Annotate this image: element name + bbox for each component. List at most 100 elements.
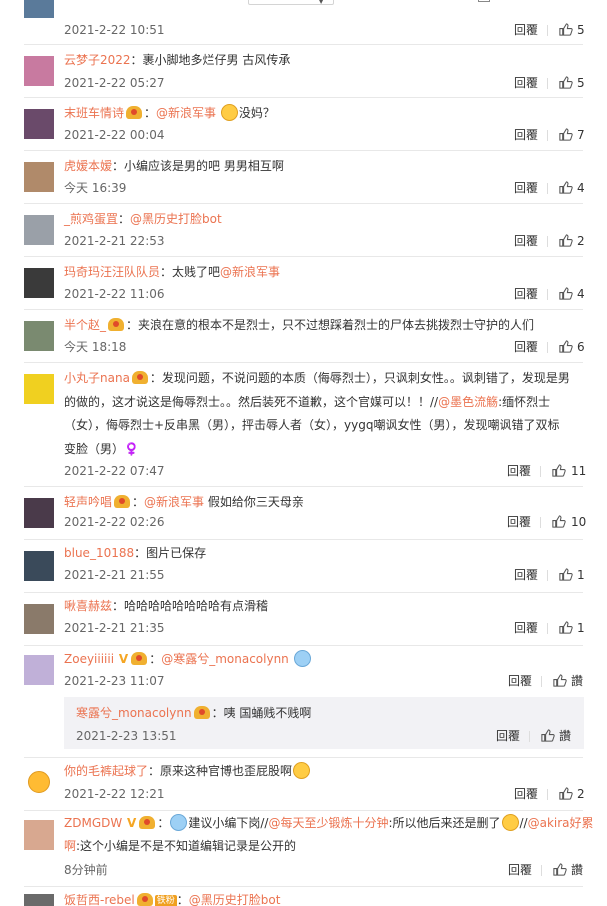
avatar-image [24, 0, 54, 18]
username-link[interactable]: 寒露兮_monacolynn [76, 706, 192, 720]
username-link[interactable]: 半个赵_ [64, 318, 106, 332]
avatar[interactable] [24, 0, 54, 18]
thumbs-up-icon[interactable] [551, 514, 566, 529]
mention-link[interactable]: @墨色流觞 [438, 395, 498, 409]
avatar[interactable] [24, 109, 54, 139]
avatar[interactable] [24, 374, 54, 404]
avatar[interactable] [24, 215, 54, 245]
reply-button[interactable]: 回覆 [514, 565, 538, 585]
divider [547, 342, 548, 353]
mention-link[interactable]: 啊 [64, 839, 76, 853]
reply-button[interactable]: 回覆 [514, 284, 538, 304]
username-link[interactable]: 你的毛裤起球了 [64, 764, 148, 778]
reply-button[interactable]: 回覆 [514, 73, 538, 93]
username-link[interactable]: 末班车情诗 [64, 106, 124, 120]
mention-link[interactable]: @寒露兮_monacolynn [161, 652, 289, 666]
mention-link[interactable]: @黑历史打脸bot [130, 212, 222, 226]
username-link[interactable]: 云梦子2022 [64, 53, 131, 67]
reply-button[interactable]: 回覆 [507, 512, 531, 532]
reply-button[interactable]: 回覆 [507, 461, 531, 481]
mention-link[interactable]: @新浪军事 [156, 106, 216, 120]
divider [24, 592, 583, 593]
comment-item: ZDMGDW V：建议小编下岗//@每天至少锻炼十分钟:所以他后来还是删了//@… [0, 810, 607, 886]
comment-time: 今天 18:18 [64, 340, 127, 354]
reply-button[interactable]: 回覆 [514, 178, 538, 198]
avatar[interactable] [24, 498, 54, 528]
avatar[interactable] [24, 767, 54, 797]
comment-body-line: 的做的，这才说这是侮辱烈士。。然后装死不道歉，这个官媒可以！！// [64, 394, 439, 409]
divider [24, 539, 583, 540]
thumbs-up-icon[interactable] [558, 180, 573, 195]
avatar-image [24, 268, 54, 298]
thumbs-up-icon[interactable] [558, 286, 573, 301]
thumbs-up-icon[interactable] [558, 567, 573, 582]
reply-button[interactable]: 回覆 [514, 231, 538, 251]
thumbs-up-icon[interactable] [540, 728, 555, 743]
reply-button[interactable]: 回覆 [514, 337, 538, 357]
avatar[interactable] [24, 894, 54, 906]
thumbs-up-icon[interactable] [558, 786, 573, 801]
username-link[interactable]: blue_10188 [64, 546, 134, 560]
divider [547, 570, 548, 581]
thumbs-up-icon[interactable] [558, 127, 573, 142]
reply-button[interactable]: 回覆 [514, 20, 538, 40]
like-zan-button[interactable]: 讚 [559, 726, 571, 746]
username-link[interactable]: 玛奇玛汪汪队队员 [64, 265, 160, 279]
comment-body: 没妈？ [238, 106, 275, 120]
like-zan-button[interactable]: 讚 [571, 671, 583, 691]
username-link[interactable]: 虎嫒本嫒 [64, 159, 112, 173]
thumbs-up-icon[interactable] [558, 339, 573, 354]
like-count: 5 [577, 23, 585, 37]
avatar[interactable] [24, 321, 54, 351]
reply-button[interactable]: 回覆 [514, 125, 538, 145]
thumbs-up-icon[interactable] [558, 75, 573, 90]
avatar[interactable] [24, 820, 54, 850]
comment-item: 啾喜赫兹：哈哈哈哈哈哈哈哈有点滑稽 2021-2-21 21:35 回覆 1 [0, 592, 607, 645]
thumbs-up-icon[interactable] [551, 463, 566, 478]
comment-text: 云梦子2022：裹小脚地多烂仔男 古风传承 [64, 48, 585, 72]
member-badge-icon [114, 495, 131, 508]
thumbs-up-icon[interactable] [552, 673, 567, 688]
comment-item: 饭哲西-rebel 铁粉 ：@黑历史打脸bot [0, 886, 607, 906]
emoji-icon [293, 650, 311, 667]
username-link[interactable]: 轻声吟唱 [64, 495, 112, 509]
avatar[interactable] [24, 655, 54, 685]
divider [24, 886, 583, 887]
thumbs-up-icon[interactable] [558, 620, 573, 635]
comment-text: 玛奇玛汪汪队队员：太贱了吧@新浪军事 [64, 260, 585, 284]
username-link[interactable]: 饭哲西-rebel [64, 893, 135, 906]
like-zan-button[interactable]: 讚 [571, 860, 583, 880]
avatar[interactable] [24, 268, 54, 298]
avatar-image [24, 551, 54, 581]
username-link[interactable]: 啾喜赫兹 [64, 599, 112, 613]
mention-link[interactable]: @新浪军事 [144, 495, 204, 509]
avatar[interactable] [24, 604, 54, 634]
comment-time: 2021-2-22 05:27 [64, 76, 165, 90]
comment-time: 2021-2-22 07:47 [64, 464, 165, 478]
comment-body: 假如给你三天母亲 [204, 495, 304, 509]
mention-link[interactable]: @每天至少锻炼十分钟 [268, 816, 388, 830]
avatar[interactable] [24, 551, 54, 581]
mention-link[interactable]: @akira好累 [528, 816, 594, 830]
mention-link[interactable]: @黑历史打脸bot [189, 893, 281, 906]
comment-body-line: 建议小编下岗// [188, 816, 269, 830]
divider [540, 517, 541, 528]
thumbs-up-icon[interactable] [552, 862, 567, 877]
reply-button[interactable]: 回覆 [496, 726, 520, 746]
username-link[interactable]: ZDMGDW [64, 816, 122, 830]
mention-link[interactable]: @新浪军事 [220, 265, 280, 279]
username-link[interactable]: _煎鸡蛋罝 [64, 212, 118, 226]
reply-button[interactable]: 回覆 [514, 618, 538, 638]
reply-button[interactable]: 回覆 [508, 860, 532, 880]
username-link[interactable]: 小丸子nana [64, 371, 130, 385]
reply-button[interactable]: 回覆 [508, 671, 532, 691]
thumbs-up-icon[interactable] [558, 233, 573, 248]
avatar[interactable] [24, 162, 54, 192]
reply-button[interactable]: 回覆 [514, 784, 538, 804]
avatar[interactable] [24, 56, 54, 86]
thumbs-up-icon[interactable] [558, 22, 573, 37]
divider [541, 865, 542, 876]
member-badge-icon [136, 893, 153, 906]
divider [547, 130, 548, 141]
username-link[interactable]: Zoeyiiiiii [64, 652, 114, 666]
